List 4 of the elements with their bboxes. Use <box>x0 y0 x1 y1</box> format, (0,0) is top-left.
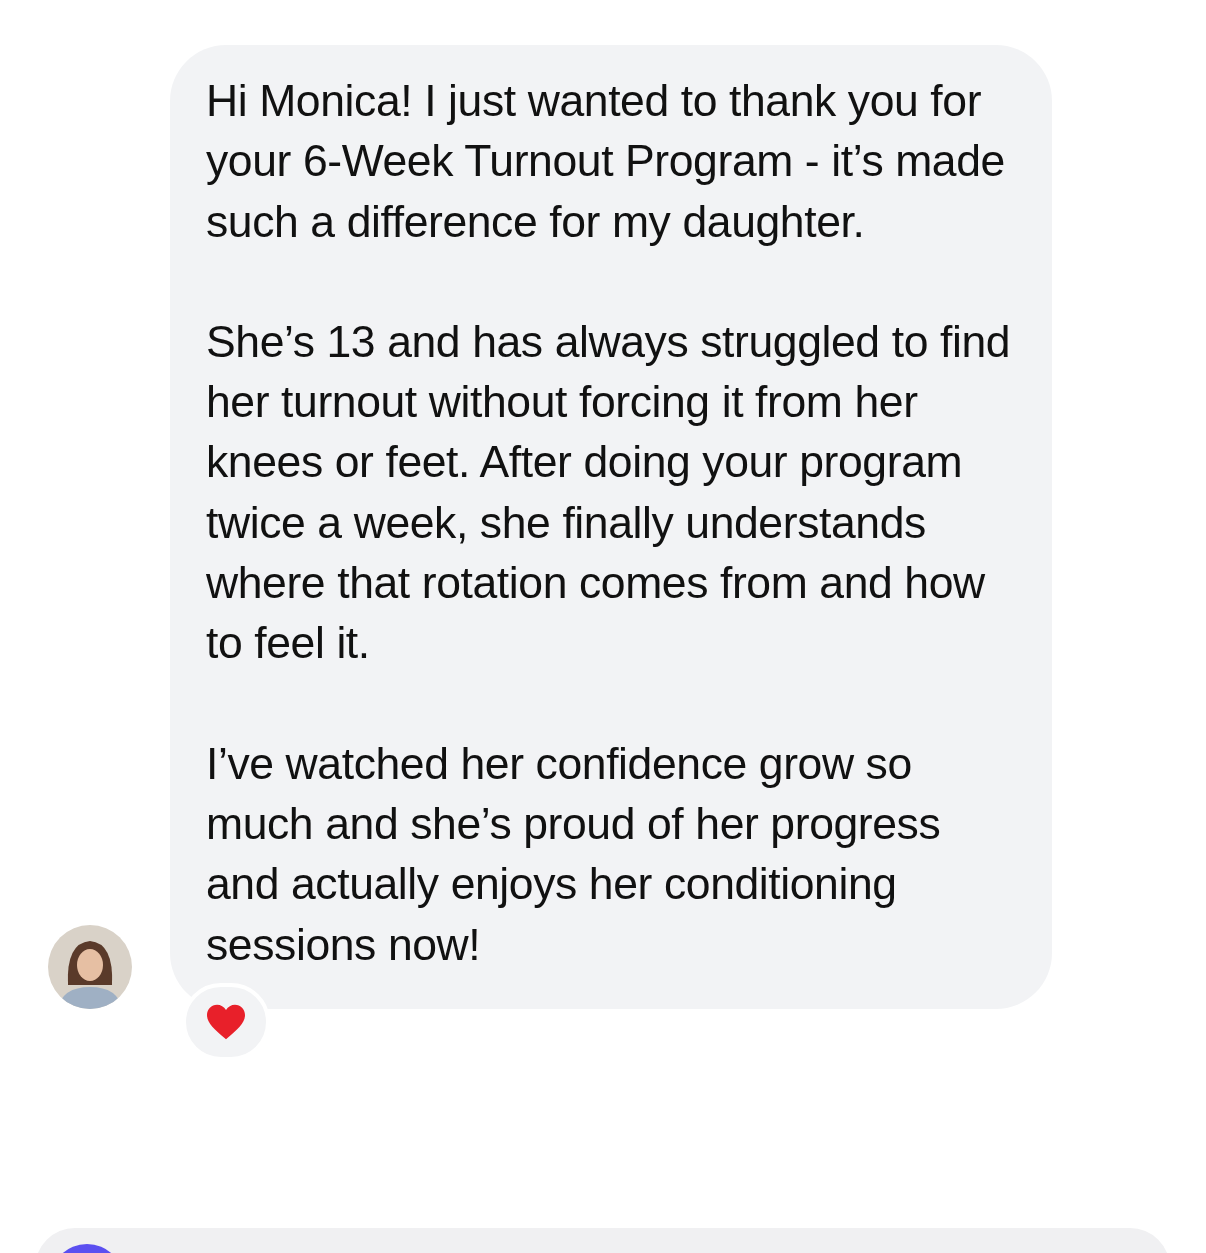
heart-icon <box>205 1002 247 1041</box>
message-text: She’s 13 and has always struggled to find her turnout without forcing it from her knees or feet. After doing your program twice a week, she finally understands where that rotation comes from and how to feel it. <box>206 315 1012 670</box>
message-text: Hi Monica! I just wanted to thank you for your 6-Week Turnout Program - it’s made such a difference for my daughter. <box>206 75 1006 248</box>
message-text: I’ve watched her confidence grow so much and she’s proud of her progress and actually enjoys her conditioning sessions now! <box>206 737 942 971</box>
